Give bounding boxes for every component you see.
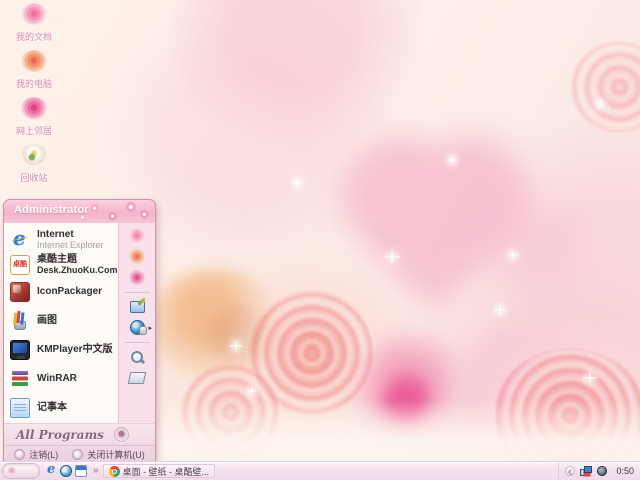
desktop-icon-list: 我的文档 我的电脑 网上邻居 回收站 xyxy=(2,3,66,191)
sparkle xyxy=(247,386,256,395)
menu-item-paint[interactable]: 画图 xyxy=(8,306,116,335)
sparkle xyxy=(448,156,456,164)
menu-item-network-connections[interactable]: ▸ xyxy=(119,319,155,335)
notepad-icon xyxy=(10,398,30,418)
submenu-arrow-icon: ▸ xyxy=(148,324,152,332)
menu-item-my-documents[interactable] xyxy=(119,228,155,243)
globe-icon[interactable] xyxy=(60,465,72,477)
menu-item-subtitle: Internet Explorer xyxy=(37,240,104,250)
start-menu-footer: 注销(L) 关闭计算机(U) xyxy=(4,445,155,462)
taskbar: » 桌面 - 壁纸 - 桌酷壁... 0:50 xyxy=(0,461,640,480)
start-menu-right-column: ▸ xyxy=(118,223,155,423)
desktop-icon-label: 网上邻居 xyxy=(16,126,52,136)
desktop-icon-label: 我的电脑 xyxy=(16,79,52,89)
recycle-bin-flower-icon xyxy=(21,144,47,166)
iconpackager-icon xyxy=(10,282,30,302)
log-off-label: 注销(L) xyxy=(29,448,58,461)
system-tray: 0:50 xyxy=(558,462,640,480)
menu-item-iconpackager[interactable]: IconPackager xyxy=(8,277,116,306)
menu-item-control-panel[interactable] xyxy=(119,300,155,313)
desktop-icon-network-places[interactable]: 网上邻居 xyxy=(2,97,66,143)
menu-item-title: Internet xyxy=(37,229,104,240)
desktop-icon-label: 我的文档 xyxy=(16,32,52,42)
menu-separator xyxy=(124,342,150,343)
desktop-icon-my-documents[interactable]: 我的文档 xyxy=(2,3,66,49)
internet-explorer-icon xyxy=(10,230,30,250)
menu-item-notepad[interactable]: 记事本 xyxy=(8,393,116,422)
sparkle xyxy=(384,249,400,265)
control-panel-icon xyxy=(130,301,145,313)
menu-item-title: 画图 xyxy=(37,315,57,326)
log-off-button[interactable]: 注销(L) xyxy=(14,448,58,461)
start-menu-left-column: Internet Internet Explorer 桌酷主题 Desk.Zhu… xyxy=(4,223,118,423)
kmplayer-icon xyxy=(10,340,30,360)
desktop-icon-label: 回收站 xyxy=(20,173,47,183)
my-documents-rose-icon xyxy=(129,228,145,243)
sparkle xyxy=(230,340,242,352)
sparkle xyxy=(292,178,302,188)
desktop-icon-recycle-bin[interactable]: 回收站 xyxy=(2,144,66,190)
network-places-rose-icon xyxy=(129,270,145,285)
network-status-icon[interactable] xyxy=(580,466,592,476)
menu-item-title: KMPlayer中文版 xyxy=(37,344,113,355)
log-off-icon xyxy=(14,449,25,460)
desktop: 我的文档 我的电脑 网上邻居 回收站 Administrator Interne… xyxy=(0,0,640,480)
quick-launch-chevron[interactable]: » xyxy=(93,465,99,476)
menu-item-winrar[interactable]: WinRAR xyxy=(8,364,116,393)
network-places-rose-icon xyxy=(21,97,47,119)
chrome-icon xyxy=(109,466,120,477)
sparkle xyxy=(493,303,507,317)
menu-item-network-places[interactable] xyxy=(119,270,155,285)
shut-down-label: 关闭计算机(U) xyxy=(87,448,145,461)
zhuoku-theme-icon xyxy=(10,255,30,275)
menu-item-zhuoku-theme[interactable]: 桌酷主题 Desk.ZhuoKu.Com xyxy=(8,252,116,277)
heart-shape-echo xyxy=(470,210,590,320)
paint-icon xyxy=(10,311,30,331)
menu-item-title: 桌酷主题 xyxy=(37,254,114,265)
quick-launch: » xyxy=(45,465,103,478)
shut-down-button[interactable]: 关闭计算机(U) xyxy=(72,448,145,461)
search-icon xyxy=(130,350,144,364)
menu-item-subtitle: Desk.ZhuoKu.Com xyxy=(37,265,114,275)
menu-item-title: WinRAR xyxy=(37,373,77,384)
sparkle xyxy=(595,99,604,108)
all-programs-label: All Programs xyxy=(16,428,104,442)
menu-item-title: 记事本 xyxy=(37,402,67,413)
run-icon xyxy=(128,372,147,384)
menu-item-run[interactable] xyxy=(119,370,155,384)
all-programs-row: All Programs xyxy=(4,423,155,445)
sparkle xyxy=(508,250,518,260)
shut-down-icon xyxy=(72,449,83,460)
start-menu-body: Internet Internet Explorer 桌酷主题 Desk.Zhu… xyxy=(4,223,155,423)
sparkle xyxy=(583,371,597,385)
winrar-icon xyxy=(10,369,30,389)
window-icon[interactable] xyxy=(75,465,87,477)
menu-item-title: IconPackager xyxy=(37,286,102,297)
desktop-icon-my-computer[interactable]: 我的电脑 xyxy=(2,50,66,96)
start-menu-header: Administrator xyxy=(4,200,155,223)
all-programs-button[interactable] xyxy=(114,427,129,442)
start-button[interactable] xyxy=(2,463,40,479)
menu-separator xyxy=(124,292,150,293)
menu-item-kmplayer[interactable]: KMPlayer中文版 xyxy=(8,335,116,364)
menu-item-search[interactable] xyxy=(119,350,155,364)
task-button-title: 桌面 - 壁纸 - 桌酷壁... xyxy=(123,465,210,478)
hide-tray-icons-button[interactable] xyxy=(565,466,575,476)
menu-item-my-computer[interactable] xyxy=(119,249,155,264)
my-documents-rose-icon xyxy=(21,3,47,25)
my-computer-rose-icon xyxy=(21,50,47,72)
user-name: Administrator xyxy=(14,204,89,216)
start-menu: Administrator Internet Internet Explorer… xyxy=(3,199,156,462)
task-button-browser[interactable]: 桌面 - 壁纸 - 桌酷壁... xyxy=(103,464,216,478)
menu-item-internet[interactable]: Internet Internet Explorer xyxy=(8,227,116,252)
network-connections-icon xyxy=(130,320,145,335)
my-computer-rose-icon xyxy=(129,249,145,264)
tray-clock[interactable]: 0:50 xyxy=(612,466,634,476)
volume-icon[interactable] xyxy=(597,466,607,476)
internet-explorer-icon[interactable] xyxy=(45,465,57,477)
